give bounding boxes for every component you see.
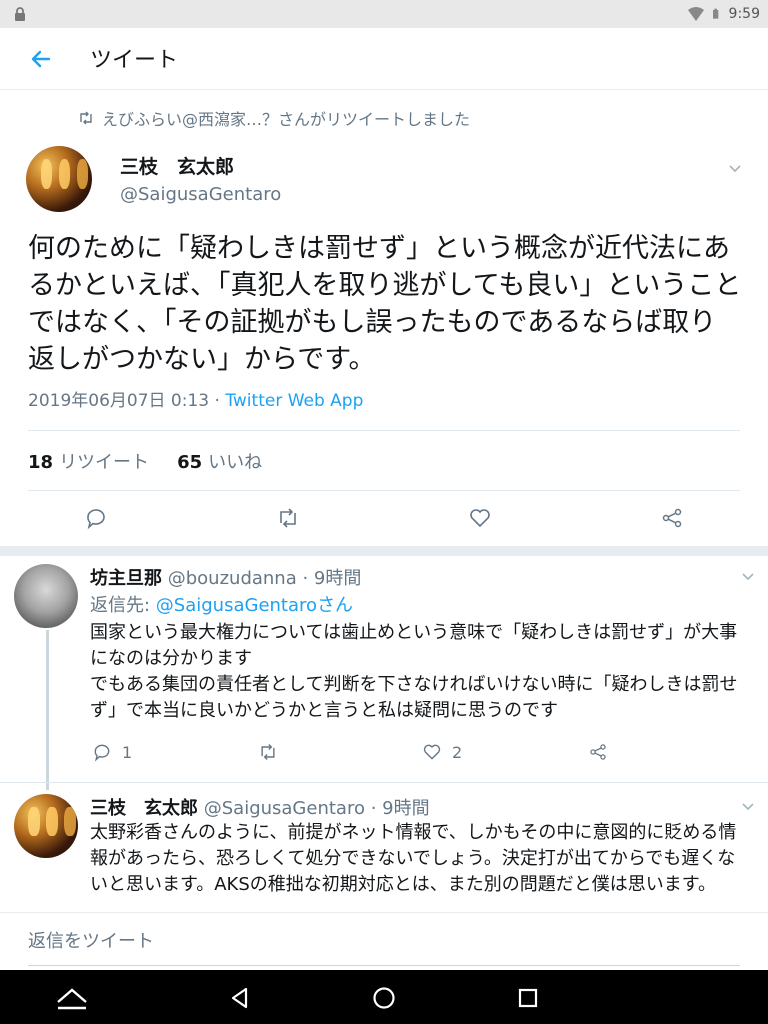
retweet-context-text: えびふらい@西瀉家…？さんがリツイートしました xyxy=(102,110,471,129)
reply-author-name: 三枝 玄太郎 xyxy=(90,798,198,819)
author-handle[interactable]: @SaigusaGentaro xyxy=(120,184,281,205)
arrow-left-icon[interactable] xyxy=(28,46,54,72)
reply-to-prefix: 返信先: xyxy=(90,595,156,616)
app-bar: ツイート xyxy=(0,28,768,90)
tweet-stats: 18 リツイート 65 いいね xyxy=(28,448,262,474)
reply-to-handle[interactable]: @SaigusaGentaro xyxy=(156,595,317,616)
reply-to: 返信先: @SaigusaGentaroさん xyxy=(90,591,353,617)
share-icon xyxy=(590,744,606,760)
home-icon[interactable] xyxy=(370,984,398,1012)
thread-line xyxy=(46,630,49,790)
likes-stat[interactable]: 65 いいね xyxy=(177,448,262,474)
heart-icon xyxy=(423,744,441,760)
tweet-text: 何のために「疑わしきは罰せず」という概念が近代法にあるかといえば、「真犯人を取り… xyxy=(28,233,742,375)
reply-author[interactable]: 三枝 玄太郎 @SaigusaGentaro · 9時間 xyxy=(90,794,430,820)
reply-to-suffix: さん xyxy=(317,595,354,616)
avatar[interactable] xyxy=(14,794,78,858)
reply-author-name: 坊主旦那 xyxy=(90,568,162,589)
reply-input[interactable]: 返信をツイート xyxy=(28,927,154,953)
retweets-label: リツイート xyxy=(59,452,150,473)
retweets-stat[interactable]: 18 リツイート xyxy=(28,448,149,474)
reply-icon xyxy=(94,744,110,762)
reply-text: 太野彩香さんのように、前提がネット情報で、しかもその中に意図的に貶める情報があっ… xyxy=(90,822,737,895)
retweet-icon xyxy=(80,111,92,125)
reply-action-share[interactable] xyxy=(588,742,608,762)
reply-author-handle-time: @bouzudanna · 9時間 xyxy=(167,568,362,589)
reply-action-like[interactable]: 2 xyxy=(422,742,462,762)
retweets-count: 18 xyxy=(28,452,54,473)
tweet-source-link[interactable]: Twitter Web App xyxy=(225,391,363,411)
chevron-down-icon[interactable] xyxy=(740,798,756,814)
avatar[interactable] xyxy=(14,564,78,628)
author-name[interactable]: 三枝 玄太郎 xyxy=(120,152,234,179)
chevron-down-icon[interactable] xyxy=(740,568,756,584)
section-separator xyxy=(0,546,768,556)
recents-icon[interactable] xyxy=(514,984,542,1012)
retweet-context[interactable]: えびふらい@西瀉家…？さんがリツイートしました xyxy=(78,106,470,130)
status-bar: 9:59 xyxy=(0,0,768,28)
reply-action-reply[interactable]: 1 xyxy=(92,742,132,762)
home-up-icon[interactable] xyxy=(54,984,90,1012)
avatar[interactable] xyxy=(26,146,92,212)
likes-label: いいね xyxy=(208,452,263,473)
divider xyxy=(28,490,740,491)
lock-icon xyxy=(15,7,25,21)
divider xyxy=(28,430,740,431)
status-time: 9:59 xyxy=(728,6,760,22)
divider xyxy=(0,782,768,783)
heart-icon[interactable] xyxy=(468,506,492,530)
wifi-icon xyxy=(687,7,704,21)
retweet-icon xyxy=(261,743,275,761)
tweet-meta: 2019年06月07日 0:13 · Twitter Web App xyxy=(28,386,363,411)
reply-input-underline xyxy=(28,965,740,966)
reply-icon[interactable] xyxy=(84,506,108,530)
reply-author-handle-time: @SaigusaGentaro · 9時間 xyxy=(203,798,430,819)
share-icon[interactable] xyxy=(660,506,684,530)
tweet-timestamp: 2019年06月07日 0:13 · xyxy=(28,391,226,411)
status-right: 9:59 xyxy=(687,4,760,24)
retweet-icon[interactable] xyxy=(276,506,300,530)
battery-icon xyxy=(712,8,718,19)
chevron-down-icon[interactable] xyxy=(727,160,743,176)
page-title: ツイート xyxy=(90,48,179,73)
reply-count: 1 xyxy=(122,742,133,762)
reply-composer[interactable]: 返信をツイート xyxy=(0,912,768,970)
like-count: 2 xyxy=(452,742,463,762)
reply-author[interactable]: 坊主旦那 @bouzudanna · 9時間 xyxy=(90,564,361,590)
back-icon[interactable] xyxy=(226,984,254,1012)
reply-text: 国家という最大権力については歯止めという意味で「疑わしきは罰せず」が大事になのは… xyxy=(90,622,738,721)
reply-action-retweet[interactable] xyxy=(258,742,288,762)
navigation-bar xyxy=(0,970,768,1024)
likes-count: 65 xyxy=(177,452,203,473)
